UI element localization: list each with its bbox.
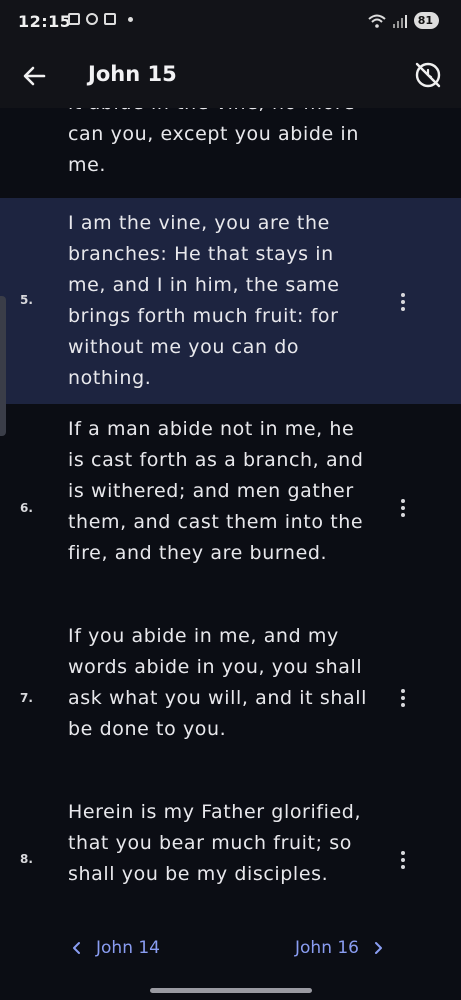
verse-item-highlighted[interactable]: 5. I am the vine, you are the branches: … xyxy=(0,198,461,404)
back-arrow-icon[interactable] xyxy=(18,60,52,92)
notification-icons xyxy=(68,13,133,25)
verse-text: I am the vine, you are the branches: He … xyxy=(68,212,340,389)
verse-item[interactable]: 7. If you abide in me, and my words abid… xyxy=(0,621,461,779)
status-time: 12:15 xyxy=(18,12,72,31)
chevron-left-icon xyxy=(73,942,80,954)
verse-text: If you abide in me, and my words abide i… xyxy=(68,625,367,740)
verse-number: 5. xyxy=(20,293,33,307)
verse-item[interactable]: 8. Herein is my Father glorified, that y… xyxy=(0,797,461,920)
verse-number: 7. xyxy=(20,691,33,705)
chevron-right-icon xyxy=(375,942,382,954)
more-vert-icon[interactable] xyxy=(396,291,410,313)
previous-chapter-button[interactable]: John 14 xyxy=(72,938,160,958)
verse-number: 6. xyxy=(20,501,33,515)
verse-list[interactable]: it abide in the vine; no more can you, e… xyxy=(0,108,461,920)
verse-text: Herein is my Father glorified, that you … xyxy=(68,801,362,885)
status-bar: 12:15 81 xyxy=(0,0,461,44)
verse-number: 8. xyxy=(20,852,33,866)
previous-chapter-label: John 14 xyxy=(96,938,160,958)
verse-item[interactable]: it abide in the vine; no more can you, e… xyxy=(0,108,461,198)
drawer-edge-handle[interactable] xyxy=(0,296,6,436)
notification-icon xyxy=(68,13,80,25)
next-chapter-label: John 16 xyxy=(295,938,359,958)
system-icons: 81 xyxy=(368,12,439,29)
more-vert-icon[interactable] xyxy=(396,849,410,871)
calendar-icon xyxy=(104,13,116,25)
battery-icon: 81 xyxy=(413,12,439,29)
more-vert-icon[interactable] xyxy=(396,687,410,709)
verse-item[interactable]: 6. If a man abide not in me, he is cast … xyxy=(0,414,461,602)
page-title: John 15 xyxy=(88,62,177,86)
chapter-nav: John 14 John 16 xyxy=(0,920,461,1000)
signal-icon xyxy=(392,14,407,28)
wifi-icon xyxy=(368,14,386,28)
hide-icon[interactable] xyxy=(411,58,445,92)
verse-text: If a man abide not in me, he is cast for… xyxy=(68,418,364,564)
next-chapter-button[interactable]: John 16 xyxy=(295,938,383,958)
alarm-icon xyxy=(86,13,98,25)
app-bar: John 15 xyxy=(0,44,461,108)
verse-text: it abide in the vine; no more can you, e… xyxy=(68,108,359,176)
more-vert-icon[interactable] xyxy=(396,497,410,519)
more-notifications-icon xyxy=(128,16,133,22)
home-indicator[interactable] xyxy=(150,988,312,993)
